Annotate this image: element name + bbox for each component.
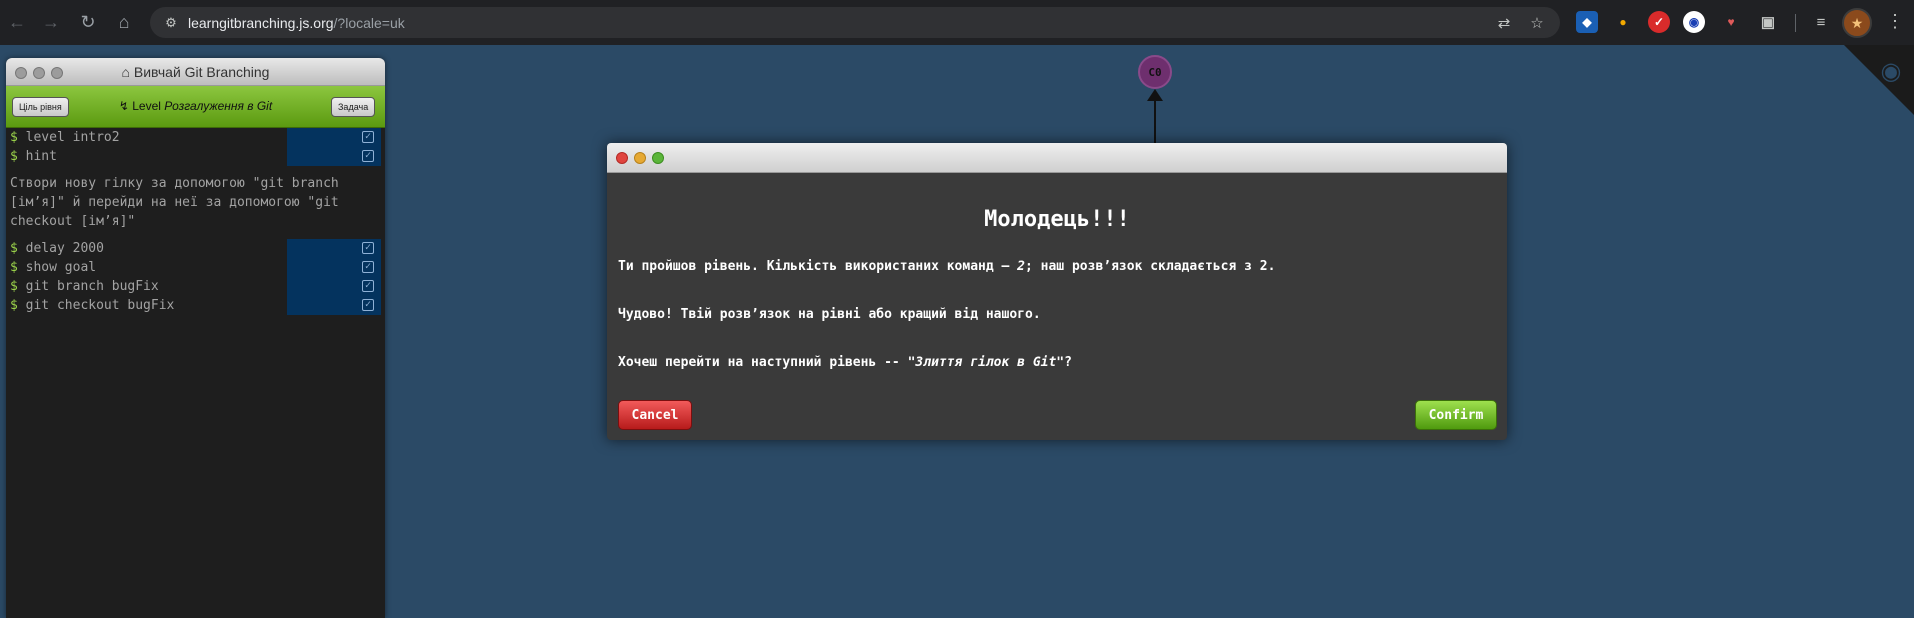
dialog-result-text: Ти пройшов рівень. Кількість використани… (618, 259, 1276, 274)
checkbox-icon: ✓ (362, 280, 374, 292)
orange-extension-icon[interactable]: ● (1612, 11, 1634, 33)
arrowhead-icon (1147, 89, 1163, 101)
close-dot-icon[interactable] (616, 152, 628, 164)
checkbox-icon: ✓ (362, 131, 374, 143)
command-row: $ delay 2000 ✓ (10, 239, 385, 258)
command-row: $ git checkout bugFix ✓ (10, 296, 385, 315)
heart-extension-icon[interactable]: ♥ (1720, 11, 1742, 33)
command-text: git checkout bugFix (25, 298, 175, 313)
dialog-titlebar (607, 143, 1507, 173)
more-menu-icon[interactable]: ⋮ (1885, 11, 1905, 32)
command-history: $ level intro2 ✓ $ hint ✓ (6, 128, 385, 166)
command-row: $ level intro2 ✓ (10, 128, 385, 147)
reload-icon[interactable]: ↻ (77, 11, 99, 33)
blue-extension-icon[interactable]: ◉ (1683, 11, 1705, 33)
site-settings-icon[interactable]: ⚙ (162, 14, 180, 32)
dialog-praise-text: Чудово! Твій розв’язок на рівні або кращ… (618, 307, 1041, 322)
command-history: $ delay 2000 ✓ $ show goal ✓ $ git branch … (6, 239, 385, 315)
maximize-dot-icon[interactable] (652, 152, 664, 164)
red-extension-icon[interactable]: ✓ (1648, 11, 1670, 33)
checkbox-icon: ✓ (362, 261, 374, 273)
checkbox-icon: ✓ (362, 150, 374, 162)
home-icon[interactable]: ⌂ (113, 11, 135, 33)
terminal-titlebar: ⌂ Вивчай Git Branching (6, 58, 385, 86)
level-toolbar: Ціль рівня ↯ Level Розгалуження в Git За… (6, 86, 385, 128)
hint-text: Створи нову гілку за допомогою "git bran… (10, 176, 339, 229)
command-text: show goal (25, 260, 97, 275)
profile-avatar[interactable]: ★ (1842, 8, 1872, 38)
confirm-button[interactable]: Confirm (1415, 400, 1497, 430)
puzzle-extensions-icon[interactable]: ▣ (1757, 11, 1779, 33)
level-prefix: Level (132, 99, 161, 113)
checkbox-icon: ✓ (362, 299, 374, 311)
minimize-dot-icon[interactable] (634, 152, 646, 164)
home-icon: ⌂ (121, 64, 134, 80)
checkbox-icon: ✓ (362, 242, 374, 254)
url-path: /?locale=uk (333, 15, 405, 31)
command-row: $ hint ✓ (10, 147, 385, 166)
reading-list-icon[interactable]: ≡ (1810, 11, 1832, 33)
translate-icon[interactable]: ⇄ (1495, 14, 1513, 32)
back-arrow-icon[interactable]: ← (6, 11, 28, 33)
dialog-heading: Молодець!!! (984, 207, 1130, 232)
forward-arrow-icon[interactable]: → (40, 11, 62, 33)
bookmark-star-icon[interactable]: ☆ (1528, 14, 1546, 32)
terminal-title-text: Вивчай Git Branching (133, 64, 270, 80)
command-row: $ git branch bugFix ✓ (10, 277, 385, 296)
level-complete-dialog: Молодець!!! Ти пройшов рівень. Кількість… (607, 143, 1507, 440)
terminal-window: ⌂ Вивчай Git Branching Ціль рівня ↯ Leve… (6, 58, 385, 618)
task-button[interactable]: Задача (331, 97, 376, 117)
command-text: git branch bugFix (25, 279, 159, 294)
dialog-next-level-text: Хочеш перейти на наступний рівень -- "Зл… (618, 355, 1072, 370)
shield-extension-icon[interactable]: ◆ (1576, 11, 1598, 33)
command-text: level intro2 (25, 130, 120, 145)
commit-node[interactable]: C0 (1138, 55, 1172, 89)
command-row: $ show goal ✓ (10, 258, 385, 277)
address-bar[interactable]: ⚙ learngitbranching.js.org/?locale=uk ⇄ … (150, 7, 1560, 38)
level-name: Розгалуження в Git (164, 99, 273, 113)
level-title: ↯ Level Розгалуження в Git (6, 99, 385, 113)
cancel-button[interactable]: Cancel (618, 400, 692, 430)
commit-edge (1154, 94, 1156, 144)
url-host: learngitbranching.js.org (188, 15, 334, 31)
toolbar-divider (1795, 14, 1796, 32)
lightning-icon: ↯ (118, 99, 133, 113)
browser-toolbar: ← → ↻ ⌂ ⚙ learngitbranching.js.org/?loca… (0, 0, 1914, 45)
terminal-title: ⌂ Вивчай Git Branching (6, 64, 385, 80)
command-text: delay 2000 (25, 241, 104, 256)
url-text[interactable]: learngitbranching.js.org/?locale=uk (188, 15, 405, 31)
octocat-icon[interactable]: ◉ (1876, 57, 1906, 87)
command-text: hint (25, 149, 57, 164)
